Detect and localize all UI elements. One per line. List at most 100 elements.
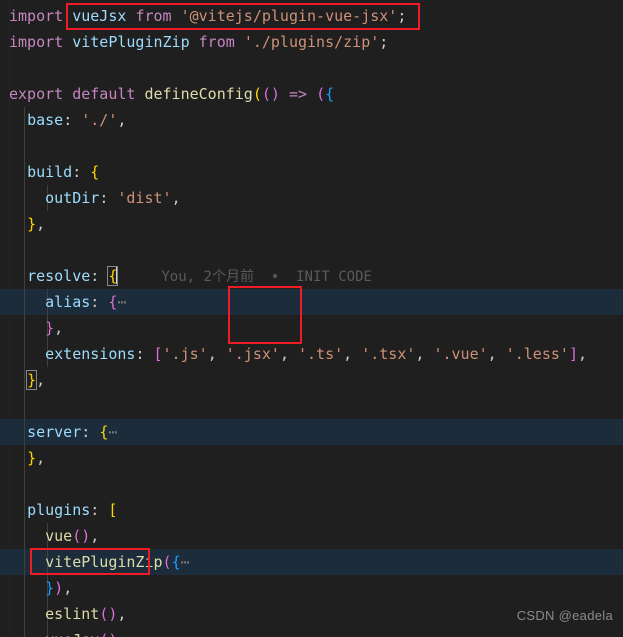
- comma: ,: [207, 345, 217, 363]
- colon: :: [63, 111, 73, 129]
- keyword-import: import: [9, 33, 64, 51]
- comma: ,: [279, 345, 289, 363]
- semicolon: ;: [379, 33, 389, 51]
- code-line[interactable]: },: [0, 211, 623, 237]
- paren-pair: (): [72, 527, 91, 545]
- comma: ,: [54, 319, 64, 337]
- string-ext-less: '.less': [505, 345, 569, 363]
- watermark: CSDN @eadela: [516, 608, 613, 623]
- colon: :: [99, 189, 109, 207]
- string-out-dir: 'dist': [117, 189, 172, 207]
- code-line-blank[interactable]: [0, 237, 623, 263]
- comma: ,: [36, 371, 46, 389]
- code-line[interactable]: server: {⋯: [0, 419, 623, 445]
- comma: ,: [577, 345, 587, 363]
- comma: ,: [63, 579, 73, 597]
- comma: ,: [90, 527, 100, 545]
- colon: :: [90, 267, 100, 285]
- code-line[interactable]: export default defineConfig(() => ({: [0, 81, 623, 107]
- indent-guide: [24, 133, 25, 159]
- keyword-import: import: [9, 7, 64, 25]
- code-line[interactable]: resolve: {You, 2个月前 • INIT CODE: [0, 263, 623, 289]
- colon: :: [90, 293, 100, 311]
- code-line[interactable]: extensions: ['.js', '.jsx', '.ts', '.tsx…: [0, 341, 623, 367]
- code-line[interactable]: vue(),: [0, 523, 623, 549]
- comma: ,: [36, 215, 46, 233]
- colon: :: [81, 423, 91, 441]
- string-ext-vue: '.vue': [433, 345, 488, 363]
- code-line[interactable]: plugins: [: [0, 497, 623, 523]
- keyword-default: default: [72, 85, 136, 103]
- comma: ,: [487, 345, 497, 363]
- brace-close: }: [45, 579, 55, 597]
- folded-region-ellipsis[interactable]: ⋯: [117, 293, 126, 311]
- indent-guide: [24, 237, 25, 263]
- string-base-path: './': [81, 111, 118, 129]
- code-line-blank[interactable]: [0, 393, 623, 419]
- paren-open: (: [316, 85, 326, 103]
- property-resolve: resolve: [27, 267, 91, 285]
- comma: ,: [171, 189, 181, 207]
- code-line[interactable]: alias: {⋯: [0, 289, 623, 315]
- code-line-blank[interactable]: [0, 55, 623, 81]
- code-content[interactable]: import vueJsx from '@vitejs/plugin-vue-j…: [0, 0, 623, 637]
- paren-open: (: [252, 85, 262, 103]
- string-ext-tsx: '.tsx': [361, 345, 416, 363]
- string-plugin-vue-jsx: '@vitejs/plugin-vue-jsx': [180, 7, 398, 25]
- brace-close-matched: }: [26, 370, 38, 390]
- bracket-close: ]: [568, 345, 578, 363]
- function-vitepluginzip: vitePluginZip: [45, 553, 163, 571]
- paren-pair: (): [99, 631, 117, 637]
- property-outdir: outDir: [45, 189, 100, 207]
- bracket-open: [: [153, 345, 163, 363]
- code-line-blank[interactable]: [0, 133, 623, 159]
- brace-open: {: [325, 85, 335, 103]
- property-build: build: [27, 163, 73, 181]
- string-ext-jsx: '.jsx': [225, 345, 280, 363]
- brace-close: }: [27, 215, 37, 233]
- property-plugins: plugins: [27, 501, 91, 519]
- brace-close: }: [27, 449, 37, 467]
- git-blame-annotation: You, 2个月前 • INIT CODE: [161, 269, 372, 285]
- folded-region-ellipsis[interactable]: ⋯: [108, 423, 117, 441]
- arrow-token: =>: [288, 85, 308, 103]
- property-extensions: extensions: [45, 345, 136, 363]
- code-line[interactable]: import vitePluginZip from './plugins/zip…: [0, 29, 623, 55]
- colon: :: [72, 163, 82, 181]
- comma: ,: [343, 345, 353, 363]
- code-line[interactable]: },: [0, 367, 623, 393]
- brace-close: }: [45, 319, 55, 337]
- property-server: server: [27, 423, 82, 441]
- folded-region-ellipsis[interactable]: ⋯: [181, 553, 190, 571]
- code-line[interactable]: outDir: 'dist',: [0, 185, 623, 211]
- code-line[interactable]: },: [0, 315, 623, 341]
- brace-open: {: [171, 553, 181, 571]
- code-line[interactable]: build: {: [0, 159, 623, 185]
- paren-pair: (): [261, 85, 280, 103]
- code-line[interactable]: vitePluginZip({⋯: [0, 549, 623, 575]
- comma: ,: [36, 449, 46, 467]
- keyword-from: from: [135, 7, 172, 25]
- paren-close: ): [54, 579, 64, 597]
- function-eslint: eslint: [45, 605, 100, 623]
- code-line[interactable]: base: './',: [0, 107, 623, 133]
- semicolon: ;: [397, 7, 407, 25]
- colon: :: [135, 345, 145, 363]
- property-base: base: [27, 111, 64, 129]
- indent-guide: [24, 393, 25, 419]
- function-defineconfig: defineConfig: [144, 85, 253, 103]
- code-line[interactable]: },: [0, 445, 623, 471]
- code-line[interactable]: import vueJsx from '@vitejs/plugin-vue-j…: [0, 3, 623, 29]
- code-line-blank[interactable]: [0, 471, 623, 497]
- paren-pair: (): [99, 605, 118, 623]
- code-editor[interactable]: import vueJsx from '@vitejs/plugin-vue-j…: [0, 0, 623, 637]
- brace-open: {: [99, 423, 109, 441]
- comma: ,: [117, 111, 127, 129]
- keyword-export: export: [9, 85, 64, 103]
- paren-open: (: [162, 553, 172, 571]
- string-ext-js: '.js': [162, 345, 208, 363]
- colon: :: [90, 501, 100, 519]
- code-line[interactable]: }),: [0, 575, 623, 601]
- identifier-vitepluginzip: vitePluginZip: [72, 33, 190, 51]
- function-vue: vue: [45, 527, 73, 545]
